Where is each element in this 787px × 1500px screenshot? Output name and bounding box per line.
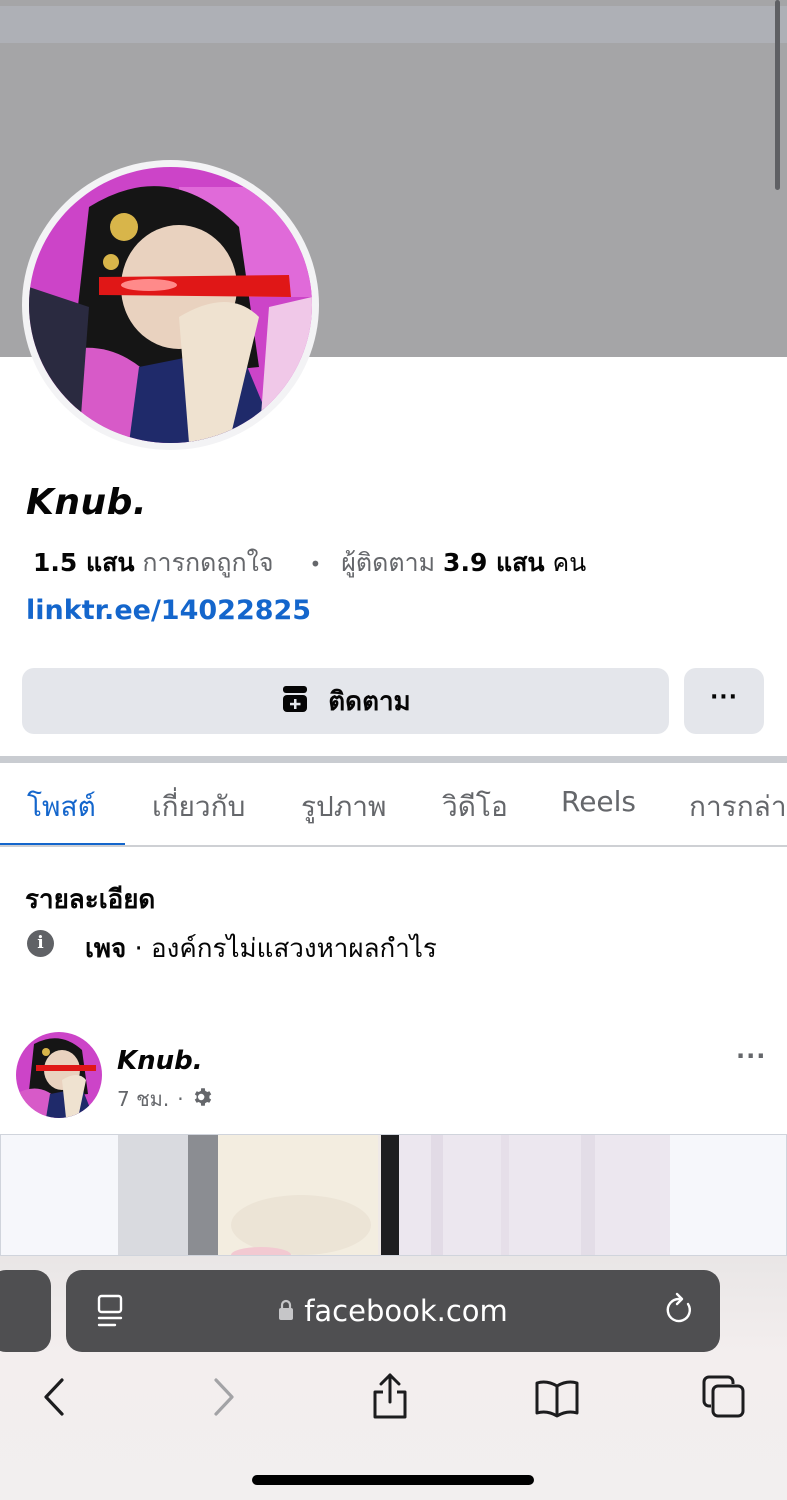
more-options-label: ··· [709, 684, 739, 710]
followers-count: 3.9 แสน [443, 548, 545, 577]
followers-unit: คน [552, 548, 587, 577]
reload-icon[interactable] [662, 1292, 696, 1332]
tab-videos[interactable]: วิดีโอ [442, 785, 508, 829]
page-label: เพจ [85, 934, 127, 964]
archive-plus-icon [280, 684, 310, 718]
meta-separator: · [177, 1087, 184, 1111]
post-avatar[interactable] [16, 1032, 102, 1118]
active-tab-indicator [0, 843, 125, 845]
section-divider [0, 756, 787, 763]
follow-label: ติดตาม [328, 686, 411, 717]
post-more-button[interactable]: ··· [736, 1042, 766, 1070]
tab-about[interactable]: เกี่ยวกับ [152, 785, 245, 829]
followers-label: ผู้ติดตาม [341, 548, 436, 577]
url-text: facebook.com [304, 1294, 508, 1328]
tab-reels[interactable]: Reels [561, 785, 636, 818]
previous-tab-button[interactable] [0, 1270, 51, 1352]
tabs-icon[interactable] [701, 1374, 747, 1424]
avatar-image [29, 167, 312, 443]
profile-link[interactable]: linktr.ee/14022825 [26, 595, 311, 626]
profile-stats[interactable]: 1.5 แสน การกดถูกใจ • ผู้ติดตาม 3.9 แสน ค… [33, 543, 586, 583]
profile-name: Knub. [26, 482, 148, 523]
share-icon[interactable] [369, 1372, 411, 1424]
post-meta: 7 ชม. · [117, 1083, 214, 1115]
post-author[interactable]: Knub. [117, 1046, 203, 1076]
tab-posts[interactable]: โพสต์ [27, 785, 96, 829]
profile-avatar[interactable] [22, 160, 319, 450]
page-category: เพจ · องค์กรไม่แสวงหาผลกำไร [85, 928, 437, 969]
tab-mentions[interactable]: การกล่า [689, 785, 787, 829]
post-image[interactable] [0, 1134, 787, 1256]
post-time[interactable]: 7 ชม. [117, 1083, 169, 1115]
url-display: facebook.com [66, 1270, 720, 1352]
category-text: · องค์กรไม่แสวงหาผลกำไร [126, 934, 437, 964]
bookmarks-icon[interactable] [533, 1378, 581, 1422]
details-heading: รายละเอียด [25, 885, 156, 915]
tab-photos[interactable]: รูปภาพ [301, 785, 386, 829]
cover-top-band [0, 6, 787, 43]
profile-tabs: โพสต์ เกี่ยวกับ รูปภาพ วิดีโอ Reels การก… [0, 763, 787, 847]
back-icon[interactable] [40, 1376, 68, 1422]
forward-icon[interactable] [210, 1376, 238, 1422]
home-indicator[interactable] [252, 1475, 534, 1485]
likes-count: 1.5 แสน [33, 548, 135, 577]
info-icon: i [27, 930, 54, 957]
scrollbar[interactable] [775, 0, 780, 190]
address-bar[interactable]: facebook.com [66, 1270, 720, 1352]
likes-label: การกดถูกใจ [142, 548, 274, 577]
stats-separator: • [309, 552, 322, 576]
gear-icon [192, 1086, 214, 1113]
more-options-button[interactable]: ··· [684, 668, 764, 734]
lock-icon [278, 1294, 294, 1328]
follow-button[interactable]: ติดตาม [22, 668, 669, 734]
